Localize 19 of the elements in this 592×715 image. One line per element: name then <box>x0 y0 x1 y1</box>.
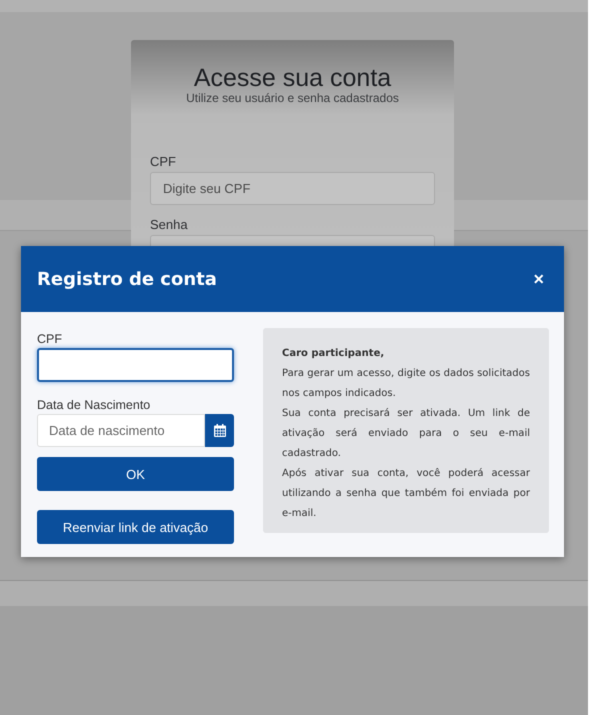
field-label: Data de Nascimento <box>37 398 152 412</box>
modal-title: Registro de conta <box>37 268 217 290</box>
ok-button[interactable]: OK <box>37 457 234 491</box>
field-label: CPF <box>150 154 177 169</box>
field-label: Senha <box>150 217 189 232</box>
info-paragraph: Para gerar um acesso, digite os dados solicitados nos campos indicados. <box>282 367 530 401</box>
login-subtitle: Utilize seu usuário e senha cadastrados <box>185 92 400 104</box>
calendar-button[interactable] <box>205 414 234 447</box>
close-button[interactable]: × <box>529 268 548 290</box>
date-field[interactable]: Data de nascimento <box>37 414 205 447</box>
info-paragraph: Após ativar sua conta, você poderá acessar utilizando a senha que também foi enviada por e-mail. <box>282 467 530 521</box>
login-title: Acesse sua conta <box>192 64 392 92</box>
calendar-icon <box>214 424 226 437</box>
input-field[interactable]: Digite seu CPF <box>150 172 435 205</box>
info-heading: Caro participante, <box>282 347 386 361</box>
input-field[interactable] <box>37 348 234 382</box>
resend-button[interactable]: Reenviar link de ativação <box>37 510 234 544</box>
info-paragraph: Sua conta precisará ser ativada. Um link de ativação será enviado para o seu e-mail cadastrado. <box>282 407 530 461</box>
field-label: CPF <box>37 332 63 346</box>
